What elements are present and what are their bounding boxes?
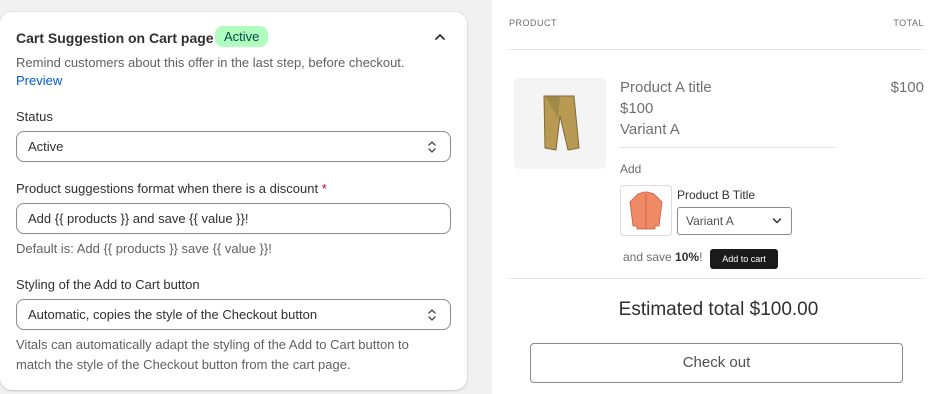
save-value: 10% [675,250,700,264]
product-a-title: Product A title [620,79,712,96]
format-label: Product suggestions format when there is… [16,181,327,196]
styling-select[interactable]: Automatic, copies the style of the Check… [16,299,451,330]
save-suffix: ! [699,250,703,264]
format-input[interactable]: Add {{ products }} and save {{ value }}! [16,203,451,234]
header-product: PRODUCT [509,18,557,28]
card-title: Cart Suggestion on Cart page [16,30,214,46]
header-divider [509,49,923,50]
header-total: TOTAL [893,18,924,28]
product-a-price: $100 [620,100,654,117]
shirt-icon [629,191,663,230]
styling-help-line1: Vitals can automatically adapt the styli… [16,337,409,352]
product-a-total: $100 [890,79,924,96]
status-badge: Active [215,26,269,47]
settings-card: Cart Suggestion on Cart page Active Remi… [0,12,467,390]
styling-select-value: Automatic, copies the style of the Check… [28,307,318,322]
required-mark: * [321,181,327,196]
preview-link[interactable]: Preview [16,73,62,88]
status-select-value: Active [28,139,64,154]
suggestion-add-label: Add [620,162,642,176]
format-label-text: Product suggestions format when there is… [16,181,319,196]
product-b-image [620,185,672,236]
product-a-variant: Variant A [620,121,680,138]
product-b-title: Product B Title [677,188,756,202]
card-description: Remind customers about this offer in the… [16,55,405,70]
format-input-value: Add {{ products }} and save {{ value }}! [28,211,249,226]
select-arrows-icon [428,141,436,153]
styling-help-line2: match the style of the Checkout button f… [16,357,351,372]
variant-select[interactable]: Variant A [677,207,792,235]
cart-preview: PRODUCT TOTAL Product A title $100 Varia… [492,0,945,394]
format-help: Default is: Add {{ products }} save {{ v… [16,241,272,256]
select-arrows-icon [428,309,436,321]
styling-label: Styling of the Add to Cart button [16,277,200,292]
summary-divider [509,278,923,279]
save-text: and save 10%! [623,250,702,264]
checkout-button[interactable]: Check out [530,343,903,383]
chevron-down-icon [772,218,782,224]
add-to-cart-button[interactable]: Add to cart [710,249,778,269]
product-a-image [514,78,606,169]
status-select[interactable]: Active [16,131,451,162]
item-divider [620,147,835,148]
save-prefix: and save [623,250,672,264]
variant-select-value: Variant A [686,214,734,228]
status-label: Status [16,109,53,124]
chevron-up-icon[interactable] [432,29,448,45]
estimated-total: Estimated total $100.00 [618,299,819,320]
pants-icon [543,95,580,151]
